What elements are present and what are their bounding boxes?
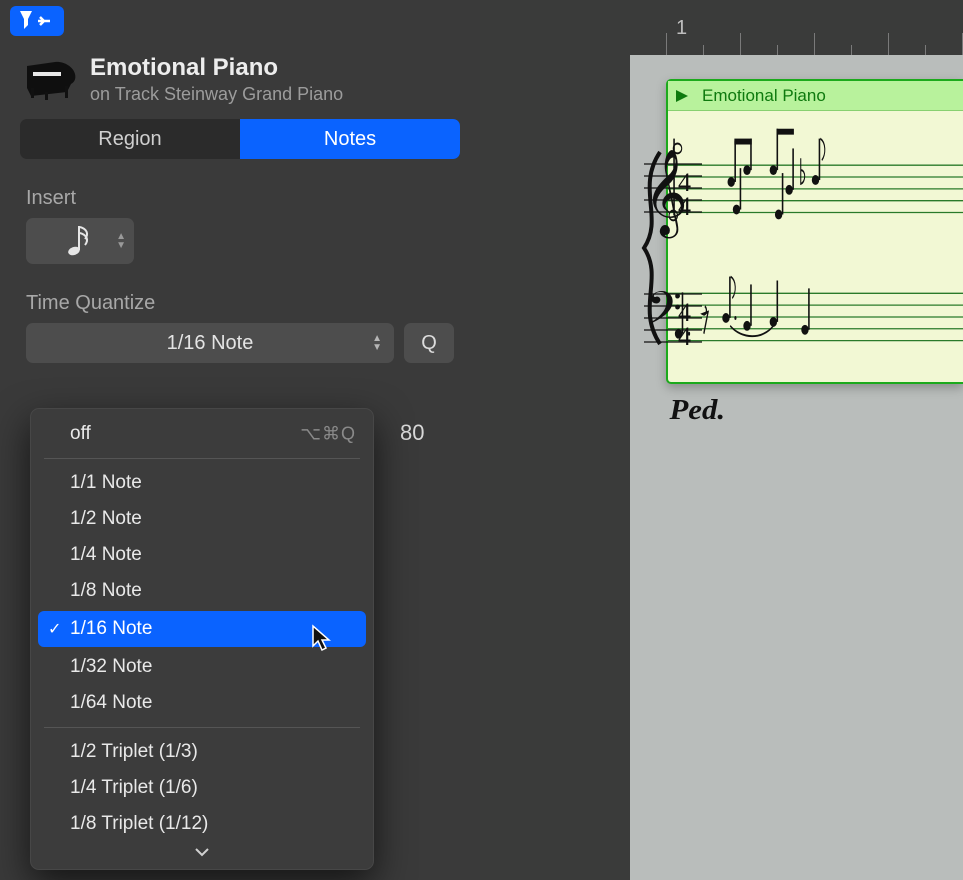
track-header-gutter [480,55,630,880]
title-block: Emotional Piano on Track Steinway Grand … [90,54,343,105]
menu-separator [44,727,360,728]
ruler-gutter [480,0,652,55]
midi-region[interactable]: Emotional Piano [666,79,963,384]
inspector-panel: Emotional Piano on Track Steinway Grand … [0,0,480,880]
menu-item[interactable]: 1/2 Triplet (1/3) [30,734,374,770]
region-title-bar[interactable]: Emotional Piano [668,81,963,111]
menu-item[interactable]: 1/16 Note [38,611,366,647]
time-quantize-current: 1/16 Note [167,332,254,355]
sixteenth-note-icon [67,224,93,258]
time-quantize-label: Time Quantize [26,292,480,315]
clefs-overlay: 𝄞 4 4 𝄢 4 4 [632,125,702,375]
menu-item[interactable]: 1/32 Note [30,649,374,685]
region-header: Emotional Piano on Track Steinway Grand … [0,36,480,109]
region-play-icon [674,88,694,104]
menu-more-indicator[interactable] [30,842,374,866]
time-quantize-row: 1/16 Note ▲▼ Q [26,323,454,363]
pedal-marking: Ped. [669,395,725,427]
menu-item-off-label: off [70,423,91,444]
time-quantize-select[interactable]: 1/16 Note ▲▼ [26,323,394,363]
menu-item[interactable]: 1/8 Note [30,573,374,609]
quantize-strength-value: 80 [400,420,424,446]
insert-stepper[interactable]: ▲▼ [116,233,126,249]
tq-stepper[interactable]: ▲▼ [372,335,382,351]
topbar [0,0,480,36]
filter-icon [20,11,54,31]
tab-region[interactable]: Region [20,119,240,159]
quantize-button[interactable]: Q [404,323,454,363]
svg-text:4: 4 [678,192,691,221]
insert-note-value[interactable]: ▲▼ [26,218,134,264]
filter-button[interactable] [10,6,64,36]
menu-item[interactable]: 1/4 Note [30,537,374,573]
menu-separator [44,458,360,459]
score-editor: 1 Emotional Piano [480,0,963,880]
menu-item[interactable]: 1/64 Note [30,685,374,721]
piano-icon [20,57,80,103]
time-quantize-menu[interactable]: off ⌥⌘Q 1/1 Note1/2 Note1/4 Note1/8 Note… [30,408,374,870]
menu-item[interactable]: 1/4 Triplet (1/6) [30,770,374,806]
menu-item-off[interactable]: off ⌥⌘Q [30,416,374,452]
region-name: Emotional Piano [90,54,343,82]
ruler-ticks [652,27,963,55]
staff-area[interactable] [668,111,963,382]
menu-item[interactable]: 1/2 Note [30,501,374,537]
svg-text:𝄢: 𝄢 [646,284,682,346]
tab-notes[interactable]: Notes [240,119,460,159]
region-subtitle: on Track Steinway Grand Piano [90,84,343,105]
region-title: Emotional Piano [702,86,826,106]
menu-item[interactable]: 1/1 Note [30,465,374,501]
menu-item[interactable]: 1/8 Triplet (1/12) [30,806,374,842]
chevron-down-icon [196,849,208,855]
insert-label: Insert [26,187,480,210]
inspector-tabs: Region Notes [20,119,460,159]
svg-text:4: 4 [678,322,691,351]
menu-item-off-shortcut: ⌥⌘Q [300,424,356,445]
ruler[interactable]: 1 [480,0,963,55]
